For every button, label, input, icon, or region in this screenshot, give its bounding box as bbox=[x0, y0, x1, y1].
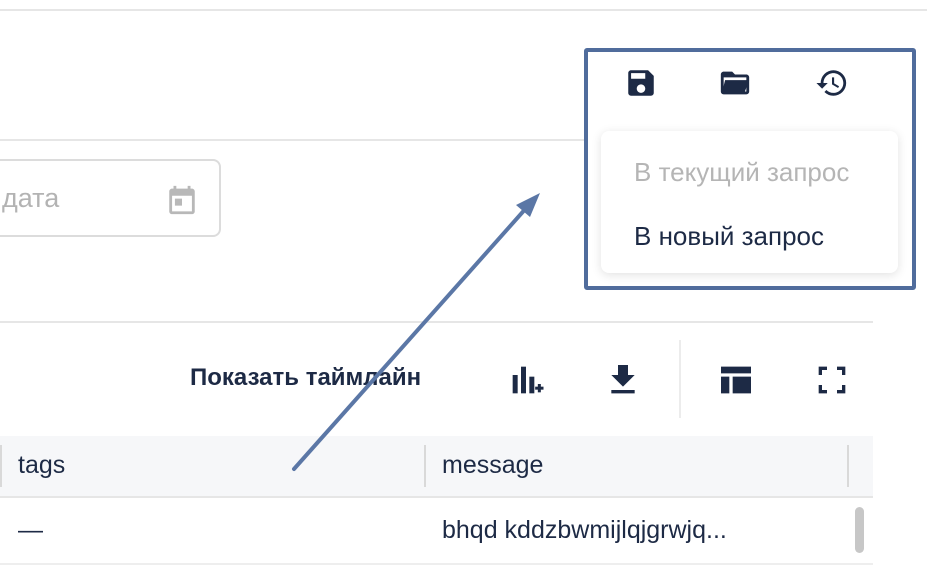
top-divider bbox=[0, 9, 927, 11]
download-icon[interactable] bbox=[603, 360, 643, 400]
cell-tags: — bbox=[18, 516, 43, 544]
cell-message[interactable]: bhqd kddzbwmijlqjgrwjq... bbox=[442, 516, 727, 545]
table-header bbox=[0, 436, 873, 496]
vertical-scrollbar[interactable] bbox=[855, 507, 864, 553]
open-query-menu: В текущий запрос В новый запрос bbox=[601, 131, 898, 273]
menu-item-new-query[interactable]: В новый запрос bbox=[634, 221, 824, 252]
section-divider bbox=[0, 321, 873, 323]
table-layout-icon[interactable] bbox=[716, 360, 756, 400]
calendar-icon[interactable] bbox=[165, 183, 199, 217]
add-chart-icon[interactable] bbox=[506, 360, 546, 400]
column-separator[interactable] bbox=[424, 445, 426, 487]
show-timeline-button[interactable]: Показать таймлайн bbox=[190, 364, 421, 392]
folder-open-icon[interactable] bbox=[718, 66, 752, 100]
fullscreen-icon[interactable] bbox=[812, 360, 852, 400]
row-divider bbox=[0, 496, 873, 498]
history-icon[interactable] bbox=[815, 66, 849, 100]
menu-item-current-query: В текущий запрос bbox=[634, 157, 850, 187]
save-icon[interactable] bbox=[624, 66, 658, 100]
column-separator[interactable] bbox=[847, 445, 849, 487]
date-field[interactable]: дата bbox=[0, 159, 221, 237]
row-divider bbox=[0, 563, 873, 565]
section-divider bbox=[0, 139, 600, 141]
date-placeholder: дата bbox=[2, 183, 60, 213]
toolbar-divider bbox=[679, 340, 681, 418]
column-header-tags[interactable]: tags bbox=[18, 451, 65, 480]
column-separator[interactable] bbox=[0, 445, 2, 487]
page: дата Показать таймлайн tags message — bh… bbox=[0, 0, 927, 570]
column-header-message[interactable]: message bbox=[442, 451, 543, 480]
